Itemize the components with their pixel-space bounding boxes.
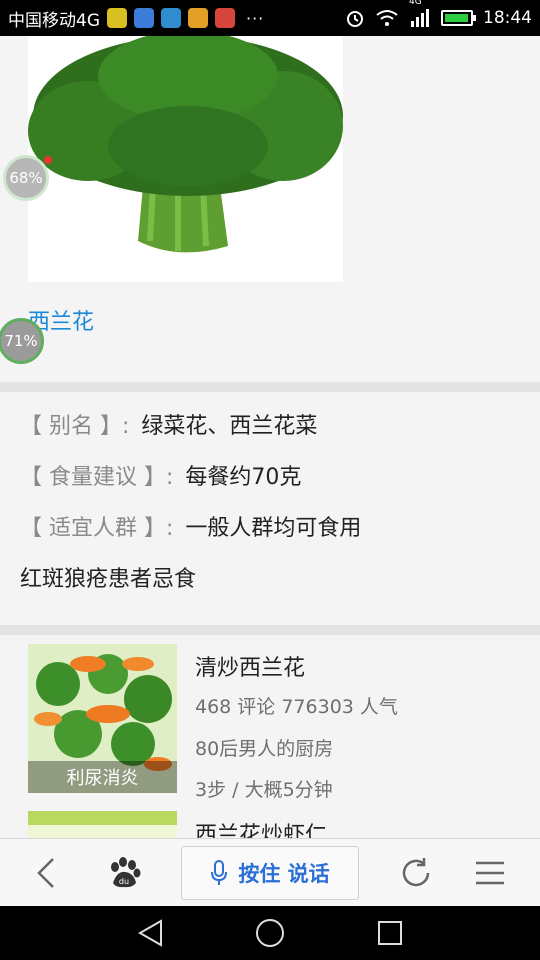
carrier-label: 中国移动4G xyxy=(8,10,100,31)
android-home-button[interactable] xyxy=(230,906,310,960)
signal-icon xyxy=(411,9,429,27)
recipe-steps: 3步 / 大概5分钟 xyxy=(195,779,333,801)
microphone-icon xyxy=(211,860,228,885)
recipe-stats: 468 评论 776303 人气 xyxy=(195,696,398,718)
baidu-home-button[interactable]: du xyxy=(94,839,154,907)
app-notification-icon xyxy=(107,8,127,28)
section-divider xyxy=(0,382,540,392)
android-navigation-bar xyxy=(0,906,540,960)
app-notification-icon xyxy=(188,8,208,28)
hamburger-menu-icon xyxy=(476,861,504,885)
floating-percent-badge[interactable]: 71% xyxy=(0,318,44,364)
recipe-thumbnail[interactable]: 利尿消炎 xyxy=(28,644,177,793)
recipe-tag: 利尿消炎 xyxy=(28,761,177,793)
menu-button[interactable] xyxy=(460,839,520,907)
voice-input-label: 按住 说话 xyxy=(238,862,330,886)
info-key: 【 适宜人群 】: xyxy=(20,516,174,541)
recipe-author: 80后男人的厨房 xyxy=(195,738,334,760)
refresh-icon xyxy=(402,858,430,887)
info-value: 每餐约70克 xyxy=(185,465,302,490)
svg-text:du: du xyxy=(119,877,129,886)
back-button[interactable] xyxy=(16,839,76,907)
broccoli-image xyxy=(28,36,343,282)
info-amount: 【 食量建议 】: 每餐约70克 xyxy=(20,459,301,491)
voice-input-button[interactable]: 按住 说话 xyxy=(181,846,359,900)
recipe-title[interactable]: 清炒西兰花 xyxy=(195,650,305,682)
info-warning: 红斑狼疮患者忌食 xyxy=(20,561,196,593)
info-suitable: 【 适宜人群 】: 一般人群均可食用 xyxy=(20,510,361,542)
recipe-thumbnail[interactable] xyxy=(28,811,177,838)
browser-toolbar: du 按住 说话 xyxy=(0,838,540,906)
status-bar: 中国移动4G ··· 4G 18:44 xyxy=(0,0,540,36)
info-value: 绿菜花、西兰花菜 xyxy=(141,414,318,439)
info-key: 【 别名 】: xyxy=(20,414,130,439)
info-value: 红斑狼疮患者忌食 xyxy=(20,567,197,592)
section-divider xyxy=(0,625,540,635)
refresh-button[interactable] xyxy=(386,839,446,907)
floating-percent-badge[interactable]: 68% xyxy=(3,155,49,201)
triangle-back-icon xyxy=(137,919,162,947)
clock: 18:44 xyxy=(483,8,532,28)
network-type-badge: 4G xyxy=(409,0,422,7)
battery-icon xyxy=(441,10,476,26)
app-notification-icon xyxy=(134,8,154,28)
more-notifications: ··· xyxy=(246,8,265,28)
notification-dot xyxy=(44,156,52,164)
app-notification-icon xyxy=(215,8,235,28)
circle-home-icon xyxy=(256,919,284,947)
app-notification-icon xyxy=(161,8,181,28)
square-recents-icon xyxy=(378,921,402,945)
paw-icon: du xyxy=(111,857,141,888)
recipe-title[interactable]: 西兰花炒虾仁 xyxy=(195,817,327,838)
info-key: 【 食量建议 】: xyxy=(20,465,174,490)
android-recents-button[interactable] xyxy=(350,906,430,960)
info-value: 一般人群均可食用 xyxy=(185,516,362,541)
alarm-icon xyxy=(347,11,363,27)
back-arrow-icon xyxy=(37,858,54,888)
page-content: 68% 西兰花 71% 【 别名 】: 绿菜花、西兰花菜 【 食量建议 】: 每… xyxy=(0,36,540,838)
android-back-button[interactable] xyxy=(110,906,190,960)
info-alias: 【 别名 】: 绿菜花、西兰花菜 xyxy=(20,408,317,440)
wifi-icon xyxy=(376,10,398,26)
